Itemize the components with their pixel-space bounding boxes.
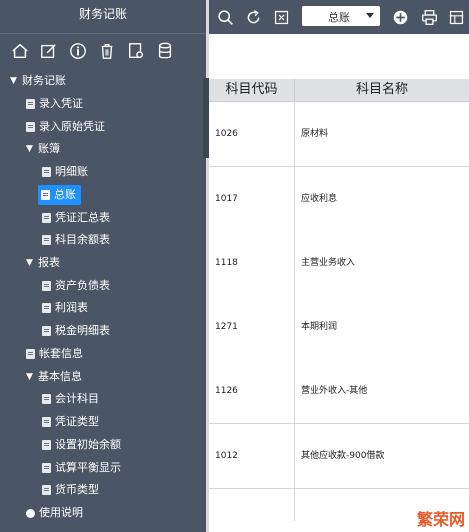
document-icon (41, 190, 50, 200)
document-icon (42, 394, 51, 404)
document-icon (42, 167, 51, 177)
print-icon[interactable] (418, 6, 440, 28)
tree-item-ledgers[interactable]: ▼ 账簿 (26, 139, 60, 159)
tree-item-voucher-types[interactable]: 凭证类型 (42, 412, 99, 432)
document-icon (42, 303, 51, 313)
tree-item-balance-sheet[interactable]: 资产负债表 (42, 276, 110, 296)
expand-triangle-icon: ▼ (10, 76, 17, 86)
tree-item-accounting-subjects[interactable]: 会计科目 (42, 389, 99, 409)
tree-item-currency-types[interactable]: 货币类型 (42, 480, 99, 500)
table-row[interactable]: 1271 本期利润 (209, 295, 469, 360)
info-icon[interactable] (68, 41, 88, 61)
document-icon (42, 213, 51, 223)
sidebar-icon-bar (0, 34, 206, 68)
document-icon (26, 349, 35, 359)
cell-name: 主营业务收入 (301, 258, 356, 268)
sidebar: 财务记账 ▼ 财务记账 录入凭证 录入原始凭证 ▼ 账簿 明细账 总账 凭证汇总表 … (0, 0, 206, 532)
cell-code: 1017 (215, 194, 238, 204)
tree-item-trial-balance[interactable]: 试算平衡显示 (42, 458, 121, 478)
tree-item-basic-info[interactable]: ▼ 基本信息 (26, 367, 82, 387)
expand-triangle-icon: ▼ (26, 258, 33, 268)
help-circle-icon (26, 508, 35, 518)
tree-item-finance[interactable]: ▼ 财务记账 (10, 71, 66, 91)
select-value: 总账 (328, 11, 350, 24)
document-icon (26, 122, 35, 132)
cell-code: 1118 (215, 258, 238, 268)
cell-code: 1126 (215, 386, 238, 396)
chevron-down-icon (366, 13, 374, 18)
tree-item-general-ledger[interactable]: 总账 (38, 185, 81, 205)
tree-item-initial-balance[interactable]: 设置初始余额 (42, 435, 121, 455)
ledger-type-select[interactable]: 总账 (302, 6, 380, 26)
column-header-code[interactable]: 科目代码 (209, 79, 295, 102)
column-header-name[interactable]: 科目名称 (295, 79, 469, 102)
sidebar-title: 财务记账 (0, 0, 206, 34)
cell-code: 1026 (215, 129, 238, 139)
document-icon (42, 417, 51, 427)
cell-name: 营业外收入-其他 (301, 386, 368, 396)
cell-code: 1012 (215, 451, 238, 461)
cell-code: 1271 (215, 322, 238, 332)
document-icon (42, 440, 51, 450)
document-icon (26, 99, 35, 109)
document-icon (42, 485, 51, 495)
tree-item-tax-detail[interactable]: 税金明细表 (42, 321, 110, 341)
document-icon (42, 463, 51, 473)
document-icon (42, 326, 51, 336)
tree-item-reports[interactable]: ▼ 报表 (26, 253, 60, 273)
tree-item-account-set-info[interactable]: 帐套信息 (26, 344, 83, 364)
tree-item-voucher-summary[interactable]: 凭证汇总表 (42, 208, 110, 228)
search-icon[interactable] (214, 6, 236, 28)
column-divider (294, 101, 295, 521)
document-icon (42, 281, 51, 291)
refresh-icon[interactable] (242, 6, 264, 28)
table-row[interactable]: 1126 营业外收入-其他 (209, 359, 469, 424)
cell-name: 其他应收款-900借款 (301, 451, 385, 461)
table-row[interactable]: 1017 应收利息 (209, 167, 469, 232)
document-icon (42, 235, 51, 245)
cell-name: 本期利润 (301, 322, 338, 332)
add-icon[interactable] (389, 6, 411, 28)
table-row[interactable]: 1012 其他应收款-900借款 (209, 424, 469, 489)
tree-item-enter-original-voucher[interactable]: 录入原始凭证 (26, 117, 105, 137)
tree-item-account-balance[interactable]: 科目余额表 (42, 230, 110, 250)
tree-item-enter-voucher[interactable]: 录入凭证 (26, 94, 83, 114)
table-row[interactable]: 1026 原材料 (209, 102, 469, 167)
tree-item-instructions[interactable]: 使用说明 (26, 503, 83, 523)
export-icon[interactable] (270, 6, 292, 28)
trash-icon[interactable] (97, 41, 117, 61)
watermark: 繁荣网 (416, 510, 465, 529)
tree-item-detail-ledger[interactable]: 明细账 (42, 162, 88, 182)
edit-icon[interactable] (39, 41, 59, 61)
cell-name: 应收利息 (301, 194, 338, 204)
cell-name: 原材料 (301, 129, 329, 139)
expand-triangle-icon: ▼ (26, 372, 33, 382)
document-settings-icon[interactable] (126, 41, 146, 61)
database-icon[interactable] (155, 41, 175, 61)
table-row[interactable]: 1118 主营业务收入 (209, 231, 469, 296)
tree-item-income-statement[interactable]: 利润表 (42, 298, 88, 318)
expand-triangle-icon: ▼ (26, 144, 33, 154)
home-icon[interactable] (10, 41, 30, 61)
grid-settings-icon[interactable] (445, 6, 467, 28)
